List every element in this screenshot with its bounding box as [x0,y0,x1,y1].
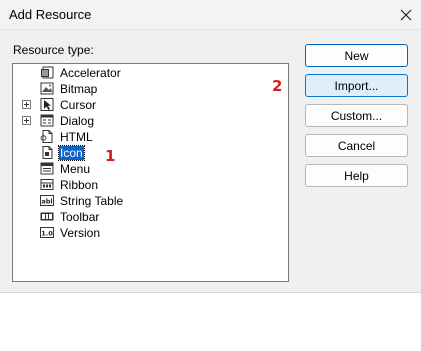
tree-item-accelerator[interactable]: Accelerator [13,65,283,81]
svg-text:1.0: 1.0 [41,230,53,238]
version-icon: 1.0 [40,227,54,238]
tree-item-label: Ribbon [60,178,99,192]
cancel-button[interactable]: Cancel [305,134,408,157]
tree-item-label: Accelerator [60,66,121,80]
dialog-title: Add Resource [9,7,92,22]
expand-toggle[interactable] [22,100,31,109]
help-button[interactable]: Help [305,164,408,187]
tree-item-label: Bitmap [60,82,98,96]
ribbon-icon [40,179,54,190]
cursor-icon [40,98,54,111]
string-table-icon: abl [40,195,54,206]
close-icon [400,9,412,20]
tree-item-label-selected: Icon [58,145,85,161]
import-button[interactable]: Import... [305,74,408,97]
new-button[interactable]: New [305,44,408,67]
close-button[interactable] [391,0,421,29]
svg-text:abl: abl [41,198,52,206]
add-resource-dialog: Add Resource Resource type: Accelerator … [0,0,421,293]
tree-item-menu[interactable]: Menu [13,161,283,177]
menu-icon [40,162,54,175]
bitmap-icon [40,82,54,95]
tree-item-icon[interactable]: Icon [13,145,283,161]
tree-item-ribbon[interactable]: Ribbon [13,177,283,193]
tree-item-label: Dialog [60,114,95,128]
tree-item-label: Menu [60,162,91,176]
toolbar-icon [40,212,54,221]
icon-resource-icon [42,146,53,159]
resource-type-tree[interactable]: Accelerator Bitmap Cursor Dialog HTML Ic… [12,63,289,282]
step-annotation-1: 1 [105,147,116,165]
tree-item-dialog[interactable]: Dialog [13,113,283,129]
tree-item-toolbar[interactable]: Toolbar [13,209,283,225]
custom-button[interactable]: Custom... [305,104,408,127]
resource-type-label: Resource type: [13,43,94,57]
tree-item-label: Cursor [60,98,97,112]
step-annotation-2: 2 [272,77,283,95]
tree-item-label: Version [60,226,101,240]
tree-item-string-table[interactable]: abl String Table [13,193,283,209]
html-icon [40,130,53,143]
accelerator-icon [41,66,54,79]
tree-item-label: Toolbar [60,210,100,224]
expand-toggle[interactable] [22,116,31,125]
tree-item-label: HTML [60,130,93,144]
dialog-icon [40,114,54,127]
tree-item-html[interactable]: HTML [13,129,283,145]
tree-item-version[interactable]: 1.0 Version [13,225,283,241]
tree-item-cursor[interactable]: Cursor [13,97,283,113]
title-bar: Add Resource [0,0,421,30]
tree-item-label: String Table [60,194,124,208]
tree-item-bitmap[interactable]: Bitmap [13,81,283,97]
